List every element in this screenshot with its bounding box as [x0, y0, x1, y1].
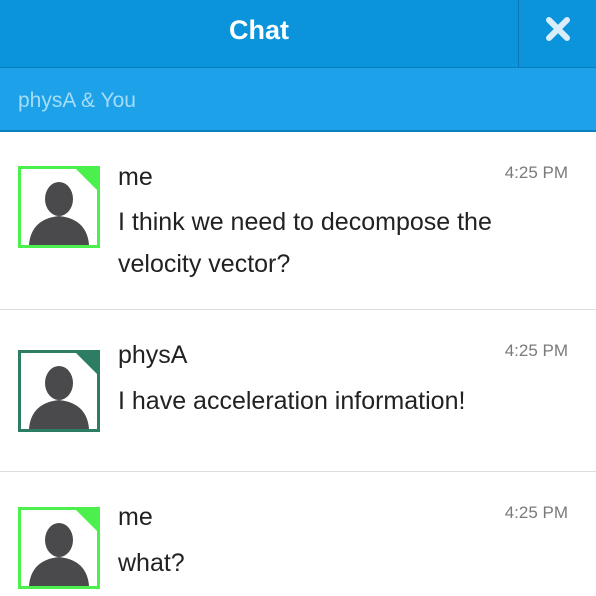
chat-window: Chat physA & You me 4:25 PM I think we n… [0, 0, 596, 596]
message-item: physA 4:25 PM I have acceleration inform… [0, 310, 596, 472]
close-button[interactable] [518, 0, 596, 67]
avatar[interactable] [18, 350, 100, 432]
message-text: I think we need to decompose the velocit… [118, 208, 492, 278]
message-item: me 4:25 PM I think we need to decompose … [0, 132, 596, 310]
avatar[interactable] [18, 166, 100, 248]
message-item: me 4:25 PM what? [0, 472, 596, 596]
user-avatar-icon [29, 169, 97, 245]
message-text: I have acceleration information! [118, 387, 466, 415]
participants-label: physA & You [18, 89, 136, 112]
message-text: what? [118, 549, 185, 577]
message-list[interactable]: me 4:25 PM I think we need to decompose … [0, 132, 596, 596]
message-timestamp: 4:25 PM [504, 163, 568, 182]
avatar[interactable] [18, 507, 100, 589]
user-avatar-icon [29, 510, 97, 586]
chat-title: Chat [229, 15, 289, 45]
chat-header: Chat [0, 0, 596, 68]
message-timestamp: 4:25 PM [504, 341, 568, 360]
message-sender: me [118, 503, 153, 531]
message-sender: me [118, 163, 153, 191]
message-timestamp: 4:25 PM [504, 503, 568, 522]
conversation-bar: physA & You [0, 68, 596, 132]
close-icon [546, 17, 570, 41]
user-avatar-icon [29, 353, 97, 429]
message-sender: physA [118, 341, 188, 369]
